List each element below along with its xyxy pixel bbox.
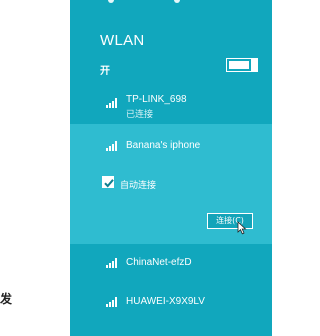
wlan-toggle-label: 开 xyxy=(100,66,110,77)
wlan-toggle[interactable] xyxy=(226,58,258,72)
network-name: ChinaNet-efzD xyxy=(126,257,192,268)
desktop-text-fragment: 发 xyxy=(0,292,13,306)
wifi-signal-icon xyxy=(106,297,118,307)
top-strip xyxy=(70,0,272,6)
network-flyout: WLAN 开 TP-LINK_698 已连接 Banana's iphone 自… xyxy=(70,0,272,336)
network-item-chinanet[interactable]: ChinaNet-efzD xyxy=(70,254,272,274)
network-name: TP-LINK_698 xyxy=(126,94,187,105)
network-item-tp-link[interactable]: TP-LINK_698 已连接 xyxy=(70,92,272,122)
checkmark-icon xyxy=(104,179,114,188)
auto-connect-label: 自动连接 xyxy=(120,181,157,191)
auto-connect-checkbox[interactable] xyxy=(102,176,114,188)
desktop-background: 发 xyxy=(0,0,70,336)
network-item-huawei[interactable]: HUAWEI-X9X9LV xyxy=(70,293,272,313)
wifi-signal-icon xyxy=(106,98,118,108)
network-status: 已连接 xyxy=(126,110,154,120)
network-name: HUAWEI-X9X9LV xyxy=(126,296,205,307)
wifi-signal-icon xyxy=(106,141,118,151)
toggle-fill xyxy=(229,61,249,69)
wlan-title: WLAN xyxy=(100,32,145,49)
network-name: Banana's iphone xyxy=(126,140,201,151)
wifi-signal-icon xyxy=(106,258,118,268)
network-item-banana[interactable]: Banana's iphone xyxy=(70,138,272,158)
partial-dot xyxy=(108,0,114,3)
mouse-cursor-icon xyxy=(237,221,247,235)
partial-dot xyxy=(174,0,180,3)
toggle-knob[interactable] xyxy=(251,58,257,72)
